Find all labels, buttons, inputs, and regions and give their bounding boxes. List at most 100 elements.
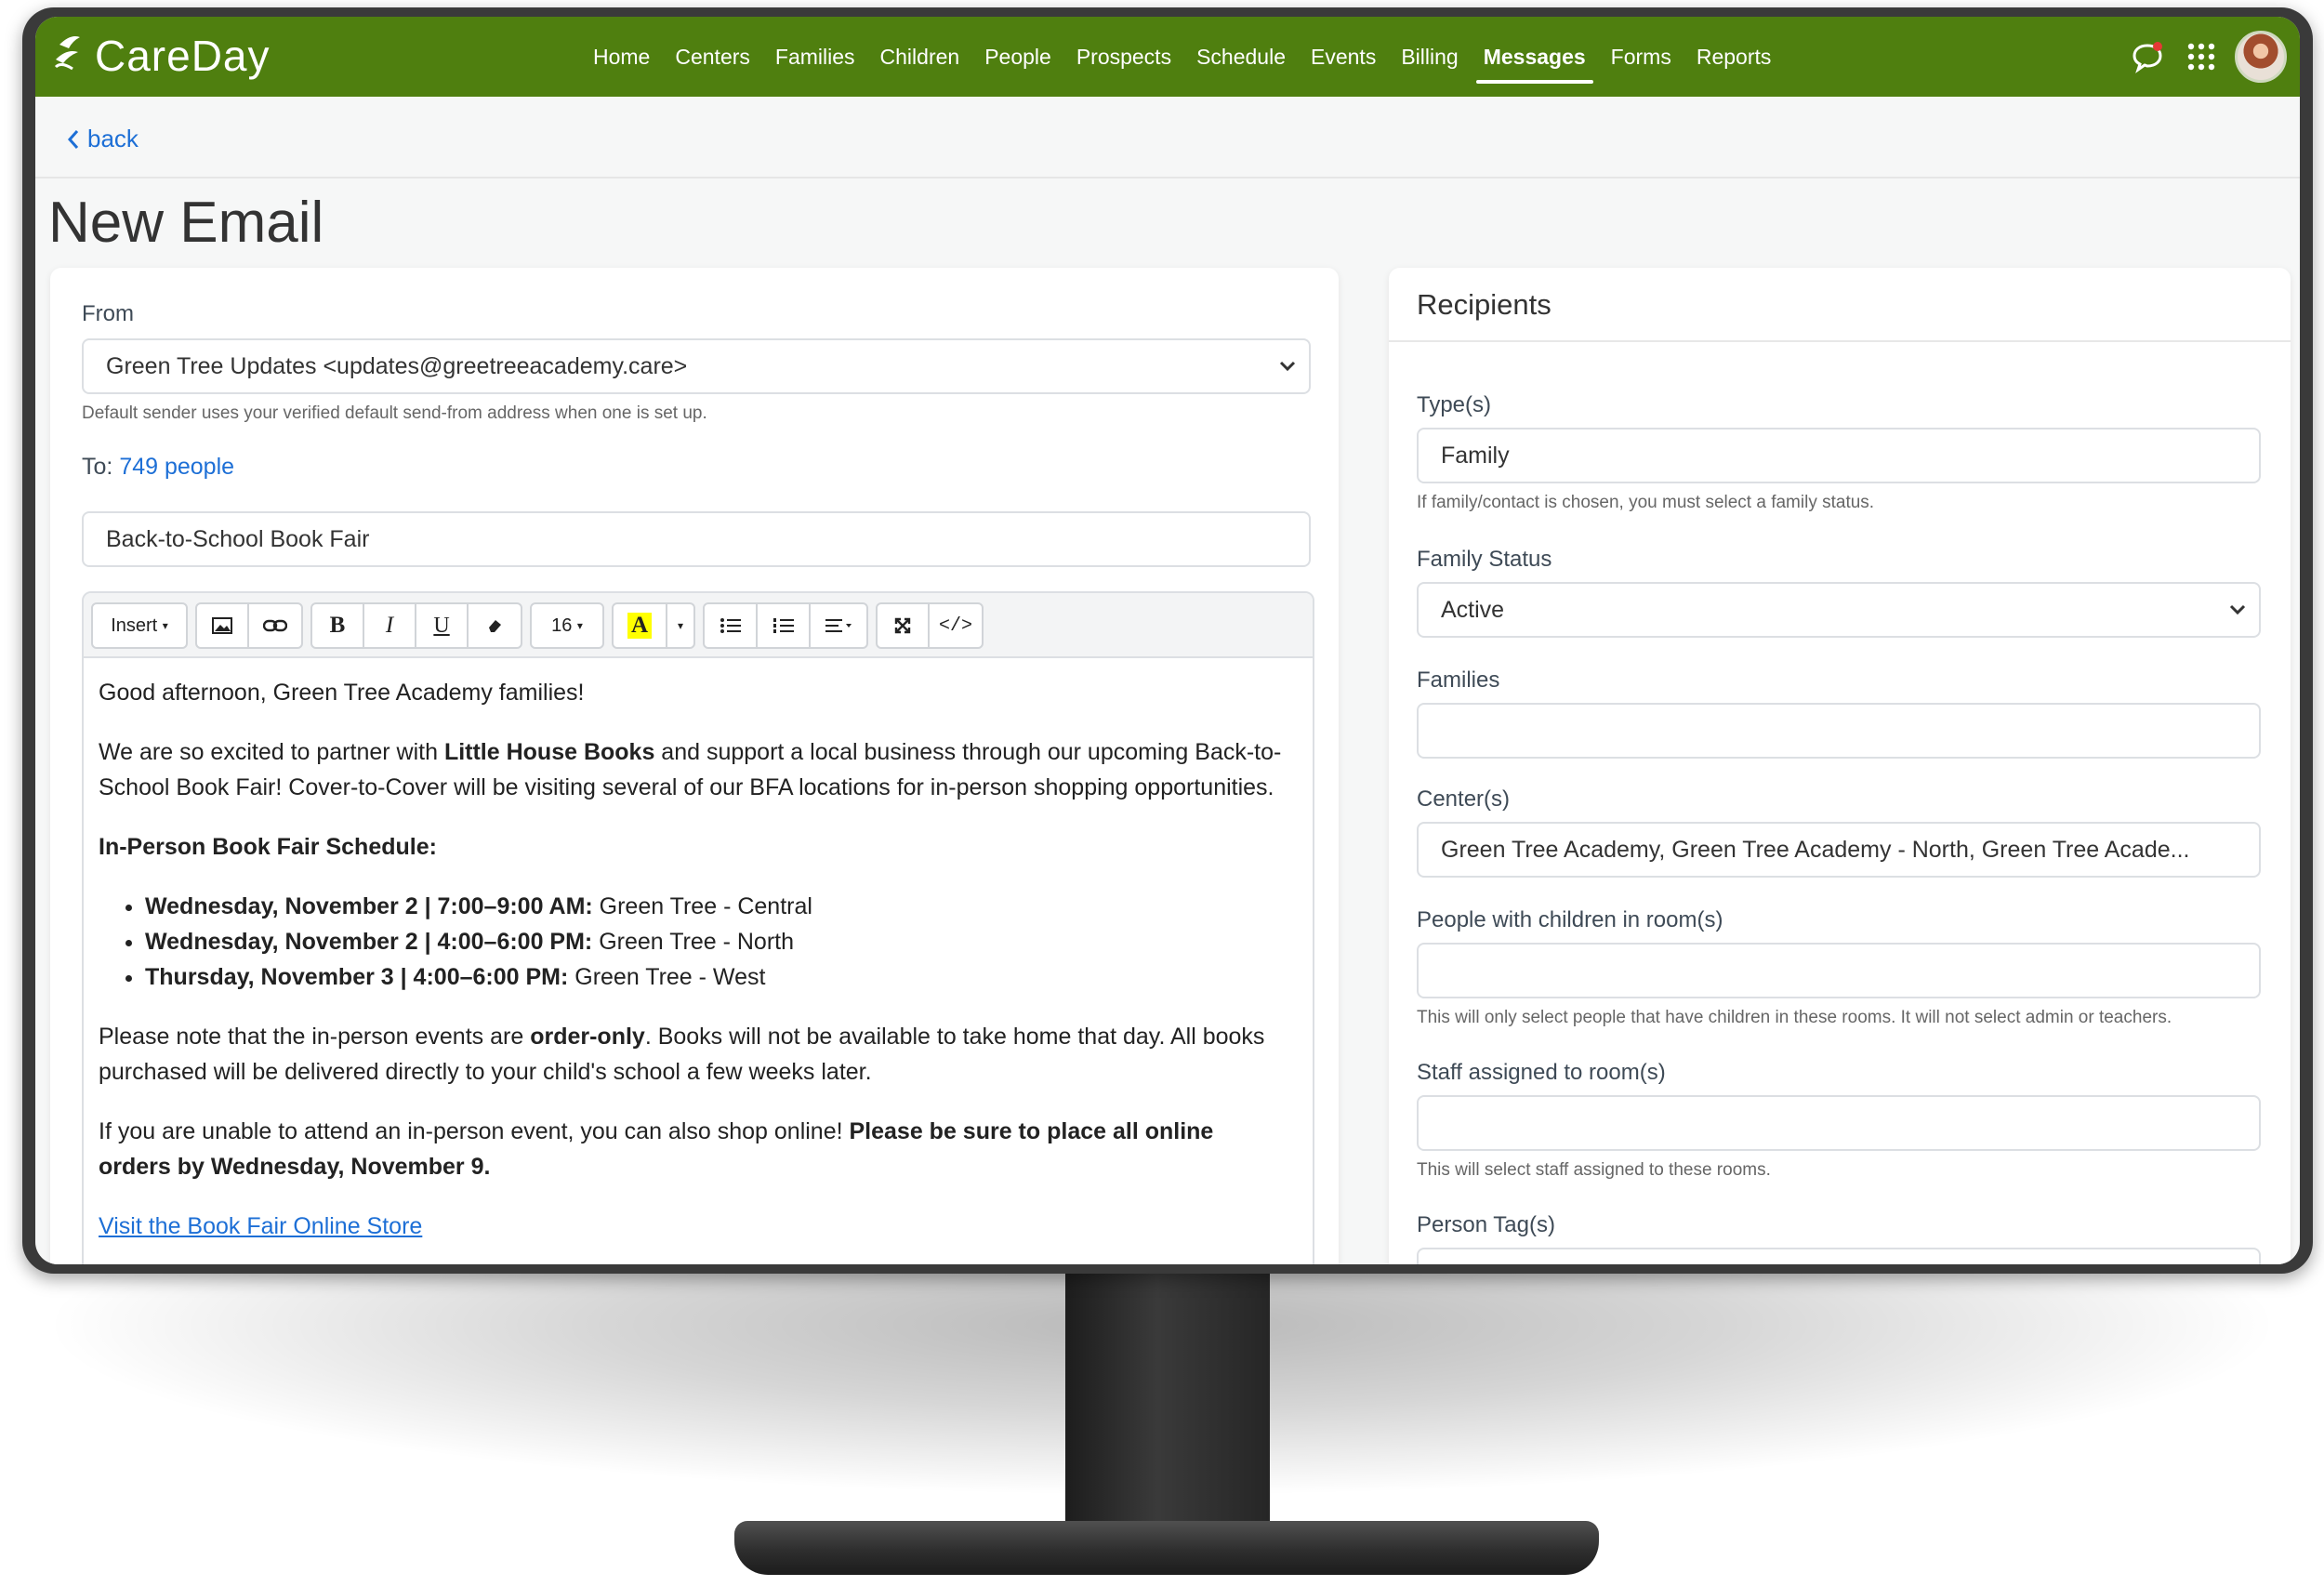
families-input[interactable] xyxy=(1417,703,2261,759)
font-size-value: 16 xyxy=(551,615,573,636)
chevron-down-icon xyxy=(2229,604,2246,615)
family-status-select[interactable]: Active xyxy=(1417,582,2261,638)
centers-input[interactable]: Green Tree Academy, Green Tree Academy -… xyxy=(1417,822,2261,878)
email-compose-card: From Green Tree Updates <updates@greetre… xyxy=(50,268,1339,1264)
recipients-card: Recipients Type(s) Family If family/cont… xyxy=(1389,268,2291,1264)
main-nav: Home Centers Families Children People Pr… xyxy=(593,17,1796,97)
careday-logo[interactable]: CareDay xyxy=(52,26,271,86)
schedule-when: Thursday, November 3 | 4:00–6:00 PM: xyxy=(145,964,569,990)
nav-prospects[interactable]: Prospects xyxy=(1076,17,1171,97)
rooms-input[interactable] xyxy=(1417,943,2261,998)
bold-icon[interactable]: B xyxy=(312,604,365,647)
top-icons xyxy=(2112,17,2287,97)
rooms-label: People with children in room(s) xyxy=(1417,907,1723,932)
list-item: Wednesday, November 2 | 4:00–6:00 PM: Gr… xyxy=(145,924,1290,959)
font-size-group: 16 ▾ xyxy=(530,602,604,649)
editor-toolbar: Insert ▾ B I U 16 ▾ A ▾ </> xyxy=(84,593,1313,658)
underline-icon[interactable]: U xyxy=(416,604,469,647)
fullscreen-icon[interactable] xyxy=(878,604,931,647)
schedule-when: Wednesday, November 2 | 7:00–9:00 AM: xyxy=(145,893,593,919)
sub-header xyxy=(35,97,2300,178)
page-title: New Email xyxy=(48,191,324,255)
top-navigation-bar: CareDay Home Centers Families Children P… xyxy=(35,17,2300,97)
chat-bubble-icon[interactable] xyxy=(2129,38,2166,75)
greeting: Good afternoon, Green Tree Academy famil… xyxy=(99,680,585,706)
numbered-list-icon[interactable] xyxy=(758,604,811,647)
staff-input[interactable] xyxy=(1417,1095,2261,1151)
nav-forms[interactable]: Forms xyxy=(1611,17,1671,97)
from-select[interactable]: Green Tree Updates <updates@greetreeacad… xyxy=(82,338,1311,394)
nav-centers[interactable]: Centers xyxy=(675,17,750,97)
types-label: Type(s) xyxy=(1417,392,1492,417)
insert-dropdown[interactable]: Insert ▾ xyxy=(93,604,186,647)
back-label: back xyxy=(87,125,139,152)
bullet-list-icon[interactable] xyxy=(705,604,758,647)
types-help-text: If family/contact is chosen, you must se… xyxy=(1417,493,1875,512)
code-view-icon[interactable]: </> xyxy=(930,604,982,647)
schedule-where: Green Tree - North xyxy=(592,929,795,955)
family-status-value: Active xyxy=(1441,596,1505,623)
format-group: B I U xyxy=(310,602,522,649)
list-item: Wednesday, November 2 | 7:00–9:00 AM: Gr… xyxy=(145,889,1290,924)
nav-children[interactable]: Children xyxy=(880,17,960,97)
schedule-when: Wednesday, November 2 | 4:00–6:00 PM: xyxy=(145,929,593,955)
book-fair-store-link[interactable]: Visit the Book Fair Online Store xyxy=(99,1213,422,1239)
from-select-value: Green Tree Updates <updates@greetreeacad… xyxy=(106,352,688,379)
staff-help-text: This will select staff assigned to these… xyxy=(1417,1160,1771,1180)
apps-grid-icon[interactable] xyxy=(2183,38,2220,75)
nav-billing[interactable]: Billing xyxy=(1401,17,1458,97)
list-group xyxy=(703,602,868,649)
user-avatar[interactable] xyxy=(2235,31,2287,83)
subject-value: Back-to-School Book Fair xyxy=(106,525,370,552)
from-help-text: Default sender uses your verified defaul… xyxy=(82,403,707,423)
p1-text-a: We are so excited to partner with xyxy=(99,739,444,765)
p3-text-a: If you are unable to attend an in-person… xyxy=(99,1118,850,1144)
back-link[interactable]: back xyxy=(67,125,139,153)
font-size-dropdown[interactable]: 16 ▾ xyxy=(532,604,602,647)
nav-families[interactable]: Families xyxy=(775,17,855,97)
rich-text-editor[interactable]: Insert ▾ B I U 16 ▾ A ▾ </> Good afterno… xyxy=(82,591,1314,1264)
monitor-stand-base xyxy=(734,1521,1599,1575)
nav-messages[interactable]: Messages xyxy=(1475,17,1593,97)
nav-schedule[interactable]: Schedule xyxy=(1196,17,1286,97)
nav-events[interactable]: Events xyxy=(1311,17,1376,97)
paragraph-2: Please note that the in-person events ar… xyxy=(99,1019,1290,1090)
highlight-icon[interactable]: A xyxy=(614,604,667,647)
chevron-left-icon xyxy=(67,129,79,149)
paragraph-1: We are so excited to partner with Little… xyxy=(99,734,1290,805)
recipients-title: Recipients xyxy=(1417,288,1552,321)
schedule-heading: In-Person Book Fair Schedule: xyxy=(99,829,1290,865)
eraser-icon[interactable] xyxy=(469,604,521,647)
tags-input[interactable] xyxy=(1417,1248,2261,1264)
schedule-where: Green Tree - Central xyxy=(592,893,812,919)
monitor-neck xyxy=(1065,1266,1270,1545)
p1-bold: Little House Books xyxy=(443,739,655,765)
family-status-label: Family Status xyxy=(1417,547,1552,572)
schedule-heading-text: In-Person Book Fair Schedule: xyxy=(99,834,437,860)
types-input[interactable]: Family xyxy=(1417,428,2261,483)
subject-input[interactable]: Back-to-School Book Fair xyxy=(82,511,1311,567)
centers-label: Center(s) xyxy=(1417,786,1511,812)
app-screen: CareDay Home Centers Families Children P… xyxy=(35,17,2300,1264)
logo-text: CareDay xyxy=(95,32,271,80)
store-link-paragraph: Visit the Book Fair Online Store xyxy=(99,1209,1290,1244)
link-icon[interactable] xyxy=(249,604,301,647)
schedule-list: Wednesday, November 2 | 7:00–9:00 AM: Gr… xyxy=(145,889,1290,995)
from-label: From xyxy=(82,301,134,326)
highlight-dropdown-icon[interactable]: ▾ xyxy=(667,604,693,647)
to-recipients-link[interactable]: 749 people xyxy=(119,454,234,480)
nav-reports[interactable]: Reports xyxy=(1697,17,1772,97)
logo-leaf-icon xyxy=(52,32,93,80)
types-value: Family xyxy=(1441,442,1510,469)
schedule-where: Green Tree - West xyxy=(568,964,766,990)
email-body[interactable]: Good afternoon, Green Tree Academy famil… xyxy=(99,675,1290,1264)
image-icon[interactable] xyxy=(197,604,250,647)
nav-home[interactable]: Home xyxy=(593,17,650,97)
nav-people[interactable]: People xyxy=(984,17,1051,97)
italic-icon[interactable]: I xyxy=(364,604,417,647)
p2-bold: order-only xyxy=(530,1024,645,1050)
align-icon[interactable] xyxy=(811,604,866,647)
media-group xyxy=(195,602,303,649)
p2-text-a: Please note that the in-person events ar… xyxy=(99,1024,531,1050)
chevron-down-icon xyxy=(1279,361,1296,372)
